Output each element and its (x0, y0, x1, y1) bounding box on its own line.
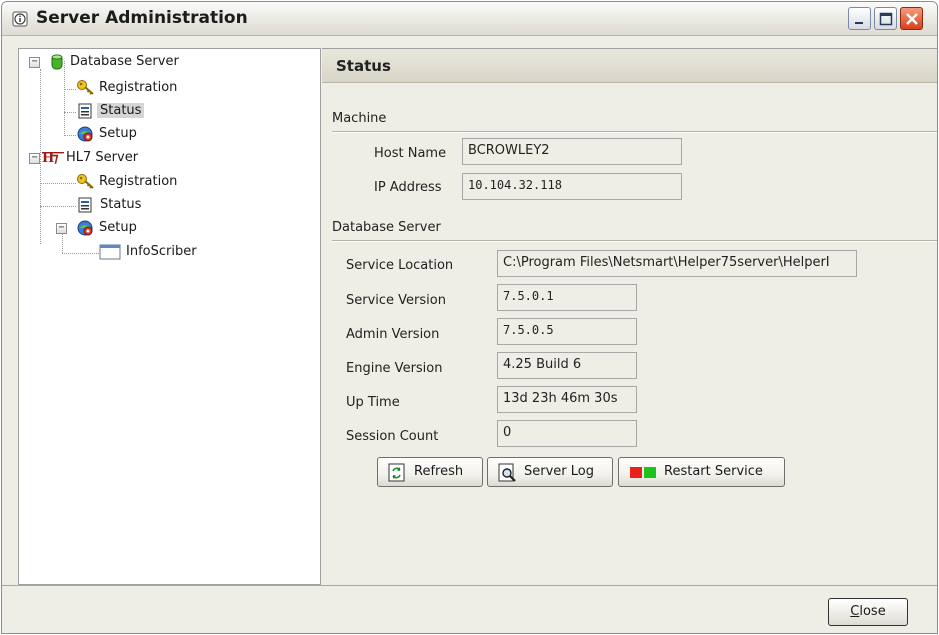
panel-header: Status (322, 49, 937, 83)
tree-label: Registration (99, 174, 178, 189)
tree-line (64, 135, 76, 136)
collapse-icon[interactable]: − (56, 223, 67, 234)
restart-status-icon (630, 467, 656, 478)
tree-node-infoscriber[interactable]: InfoScriber (99, 243, 299, 263)
panel-title: Status (336, 57, 391, 75)
tree-node-database-server[interactable]: − Database Server (29, 53, 269, 73)
window-title: Server Administration (36, 8, 248, 28)
document-icon (76, 102, 94, 120)
tree-node-db-status[interactable]: Status (76, 102, 276, 122)
database-server-section: Database Server (332, 220, 937, 242)
maximize-button[interactable] (874, 7, 897, 30)
tree-node-db-setup[interactable]: Setup (76, 125, 276, 145)
database-icon (48, 53, 66, 71)
button-label: Server Log (524, 464, 594, 479)
tree-node-hl7-status[interactable]: Status (76, 196, 276, 216)
server-log-button[interactable]: Server Log (487, 457, 613, 487)
tree-line (40, 159, 41, 244)
collapse-icon[interactable]: − (29, 57, 40, 68)
minimize-button[interactable] (848, 7, 871, 30)
section-label: Machine (332, 111, 387, 126)
collapse-icon[interactable]: − (29, 153, 40, 164)
host-name-field[interactable]: BCROWLEY2 (462, 138, 682, 165)
service-version-field[interactable]: 7.5.0.1 (497, 284, 637, 311)
tree-node-db-registration[interactable]: Registration (76, 79, 276, 99)
window-icon (99, 243, 121, 261)
hl7-icon: H ⁊ (42, 149, 66, 167)
session-count-field[interactable]: 0 (497, 420, 637, 447)
tree-label: InfoScriber (126, 244, 197, 259)
section-divider (332, 240, 937, 242)
tree-label: Status (97, 103, 145, 118)
service-version-label: Service Version (346, 293, 446, 308)
engine-version-field[interactable]: 4.25 Build 6 (497, 352, 637, 379)
button-label: Restart Service (664, 464, 763, 479)
refresh-icon (388, 463, 405, 482)
tree-label: HL7 Server (66, 150, 139, 165)
tree-node-hl7-server[interactable]: − H ⁊ HL7 Server (29, 149, 269, 169)
machine-section: Machine (332, 111, 937, 133)
close-button[interactable]: Close (828, 598, 908, 626)
close-label: lose (859, 604, 886, 619)
key-icon (76, 173, 94, 191)
tree-line (62, 253, 99, 254)
close-mnemonic: C (850, 604, 860, 619)
close-window-button[interactable] (900, 7, 923, 30)
engine-version-label: Engine Version (346, 361, 443, 376)
button-label: Refresh (414, 464, 464, 479)
up-time-field[interactable]: 13d 23h 46m 30s (497, 386, 637, 413)
tree-line (40, 69, 41, 157)
tree-node-hl7-registration[interactable]: Registration (76, 173, 276, 193)
tree-line (40, 206, 76, 207)
admin-version-field[interactable]: 7.5.0.5 (497, 318, 637, 345)
service-location-label: Service Location (346, 258, 454, 273)
tree-label: Setup (99, 126, 137, 141)
ip-address-label: IP Address (374, 180, 442, 195)
navigation-tree[interactable]: − Database Server Registration Status Se… (18, 48, 321, 585)
tree-label: Status (100, 197, 142, 212)
tree-line (64, 89, 76, 90)
document-icon (76, 196, 94, 214)
title-bar[interactable]: Server Administration (2, 2, 937, 36)
tree-node-hl7-setup[interactable]: − Setup (56, 219, 276, 239)
tree-label: Database Server (70, 54, 179, 69)
section-label: Database Server (332, 220, 441, 235)
server-administration-window: Server Administration − Database Server … (1, 1, 938, 634)
log-search-icon (498, 463, 516, 482)
key-icon (76, 79, 94, 97)
restart-service-button[interactable]: Restart Service (618, 457, 785, 487)
tree-line (40, 183, 76, 184)
ip-address-field[interactable]: 10.104.32.118 (462, 173, 682, 200)
status-panel: Status Machine Host Name BCROWLEY2 IP Ad… (322, 48, 937, 585)
gear-globe-icon (76, 125, 94, 143)
session-count-label: Session Count (346, 429, 439, 444)
info-icon (12, 10, 30, 28)
bottom-bar: Close (2, 585, 937, 633)
tree-line (64, 112, 76, 113)
host-name-label: Host Name (374, 146, 447, 161)
up-time-label: Up Time (346, 395, 400, 410)
tree-label: Setup (99, 220, 137, 235)
refresh-button[interactable]: Refresh (377, 457, 483, 487)
gear-globe-icon (76, 219, 94, 237)
admin-version-label: Admin Version (346, 327, 440, 342)
section-divider (332, 131, 937, 133)
service-location-field[interactable]: C:\Program Files\Netsmart\Helper75server… (497, 250, 857, 277)
tree-label: Registration (99, 80, 178, 95)
